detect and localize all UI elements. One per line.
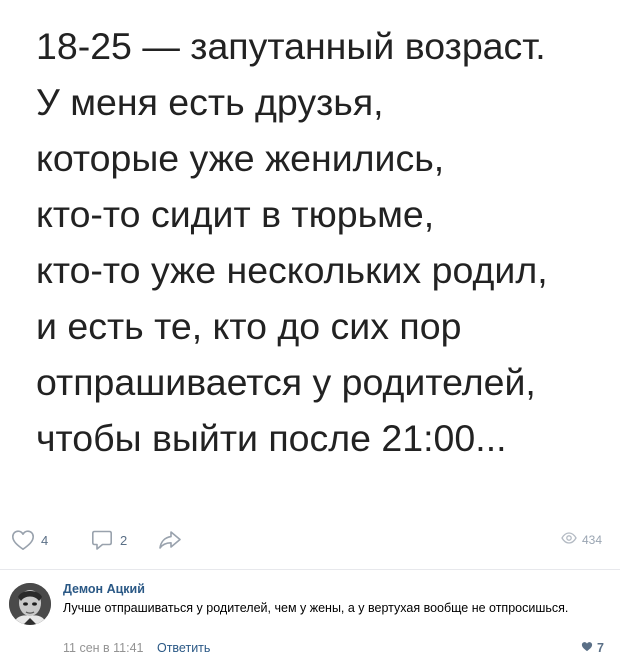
post-line: 18-25 — запутанный возраст. xyxy=(36,25,546,67)
comment-button[interactable]: 2 xyxy=(90,522,127,558)
share-icon xyxy=(157,528,183,552)
eye-icon xyxy=(561,531,577,549)
post-text: 18-25 — запутанный возраст. У меня есть … xyxy=(36,18,606,466)
comment-like-button[interactable]: 7 xyxy=(581,639,604,657)
avatar[interactable] xyxy=(9,583,51,625)
comment-date[interactable]: 11 сен в 11:41 xyxy=(63,641,144,655)
post-line: отпрашивается у родителей, xyxy=(36,361,536,403)
post-line: которые уже женились, xyxy=(36,137,445,179)
post-line: и есть те, кто до сих пор xyxy=(36,305,462,347)
heart-icon xyxy=(11,529,35,551)
reply-button[interactable]: Ответить xyxy=(157,641,210,655)
like-button[interactable]: 4 xyxy=(11,522,48,558)
divider xyxy=(0,569,620,570)
post-actions-bar: 4 2 434 xyxy=(0,522,620,558)
post-line: кто-то сидит в тюрьме, xyxy=(36,193,435,235)
comment-like-count: 7 xyxy=(597,641,604,655)
views-counter: 434 xyxy=(561,522,602,558)
comment-author-link[interactable]: Демон Ацкий xyxy=(63,582,145,596)
views-count: 434 xyxy=(581,533,602,547)
comment-meta: 11 сен в 11:41 Ответить xyxy=(63,641,210,655)
post-line: чтобы выйти после 21:00... xyxy=(36,417,507,459)
comment-icon xyxy=(90,528,114,552)
post-line: кто-то уже нескольких родил, xyxy=(36,249,548,291)
comment-count: 2 xyxy=(120,532,128,548)
comment: Демон Ацкий Лучше отпрашиваться у родите… xyxy=(0,575,620,669)
post-line: У меня есть друзья, xyxy=(36,81,384,123)
share-button[interactable] xyxy=(157,522,183,558)
comment-text: Лучше отпрашиваться у родителей, чем у ж… xyxy=(63,601,569,615)
heart-icon xyxy=(581,639,593,657)
like-count: 4 xyxy=(41,532,49,548)
